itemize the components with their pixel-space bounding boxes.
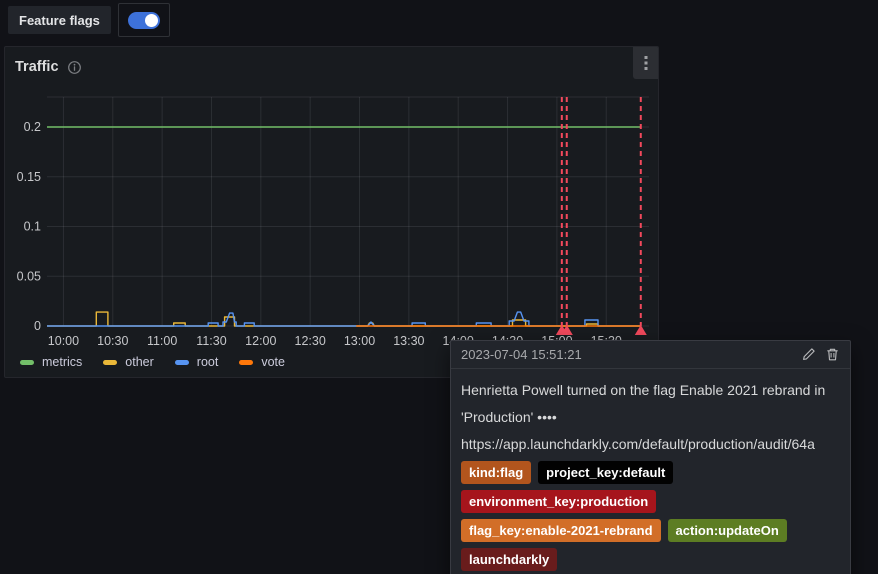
annotation-tooltip: 2023-07-04 15:51:21 Henrietta Powell tur… [450,340,851,574]
legend-item-other[interactable]: other [103,355,154,369]
dashboard-page: Feature flags Traffic [0,0,878,574]
series-line-other [47,312,641,326]
legend-label-other: other [125,355,154,369]
x-axis-label: 11:30 [196,334,226,348]
x-axis-label: 11:00 [147,334,177,348]
annotation-tag[interactable]: flag_key:enable-2021-rebrand [461,519,661,542]
x-axis-label: 12:30 [295,334,326,348]
legend-item-root[interactable]: root [175,355,219,369]
x-axis-label: 13:30 [393,334,424,348]
annotation-tag[interactable]: environment_key:production [461,490,656,513]
feature-flags-label: Feature flags [8,6,111,34]
annotation-tag[interactable]: action:updateOn [668,519,787,542]
y-axis-label: 0.05 [17,269,41,283]
y-axis-label: 0.2 [24,120,41,134]
y-axis-label: 0.1 [24,220,41,234]
legend-label-metrics: metrics [42,355,82,369]
x-axis-label: 12:00 [245,334,276,348]
legend-label-root: root [197,355,219,369]
series-line-root [47,312,641,326]
legend-label-vote: vote [261,355,285,369]
annotation-tags: kind:flag project_key:default environment_… [461,461,840,571]
legend-color-vote [239,360,253,365]
annotation-url[interactable]: https://app.launchdarkly.com/default/pro… [461,431,840,458]
pencil-icon[interactable] [801,347,816,362]
traffic-panel: Traffic 00.050.10.150.210:0010:3011:0011… [4,46,659,378]
toggle-knob [145,14,158,27]
y-axis-label: 0.15 [17,170,41,184]
legend-color-metrics [20,360,34,365]
annotation-tag[interactable]: project_key:default [538,461,673,484]
legend-item-vote[interactable]: vote [239,355,285,369]
annotation-actions [801,347,840,362]
annotation-tooltip-header: 2023-07-04 15:51:21 [451,341,850,369]
annotation-timestamp: 2023-07-04 15:51:21 [461,347,582,362]
legend-color-root [175,360,189,365]
x-axis-label: 10:00 [48,334,79,348]
toggle-pill [128,12,160,29]
annotation-controls-row: Feature flags [8,3,170,37]
annotation-tag[interactable]: launchdarkly [461,548,557,571]
annotation-message: Henrietta Powell turned on the flag Enab… [461,377,840,431]
chart-legend: metrics other root vote [20,355,285,369]
annotation-tag[interactable]: kind:flag [461,461,531,484]
legend-color-other [103,360,117,365]
traffic-chart: 0 0.05 0.1 0.15 0.2 10:00 10:30 11:00 11:30 12:00… [5,47,658,353]
legend-item-metrics[interactable]: metrics [20,355,82,369]
trash-icon[interactable] [825,347,840,362]
annotation-tooltip-body: Henrietta Powell turned on the flag Enab… [451,369,850,574]
x-axis-label: 10:30 [97,334,128,348]
y-axis-label: 0 [34,319,41,333]
x-axis-label: 13:00 [344,334,375,348]
feature-flags-toggle[interactable] [118,3,170,37]
